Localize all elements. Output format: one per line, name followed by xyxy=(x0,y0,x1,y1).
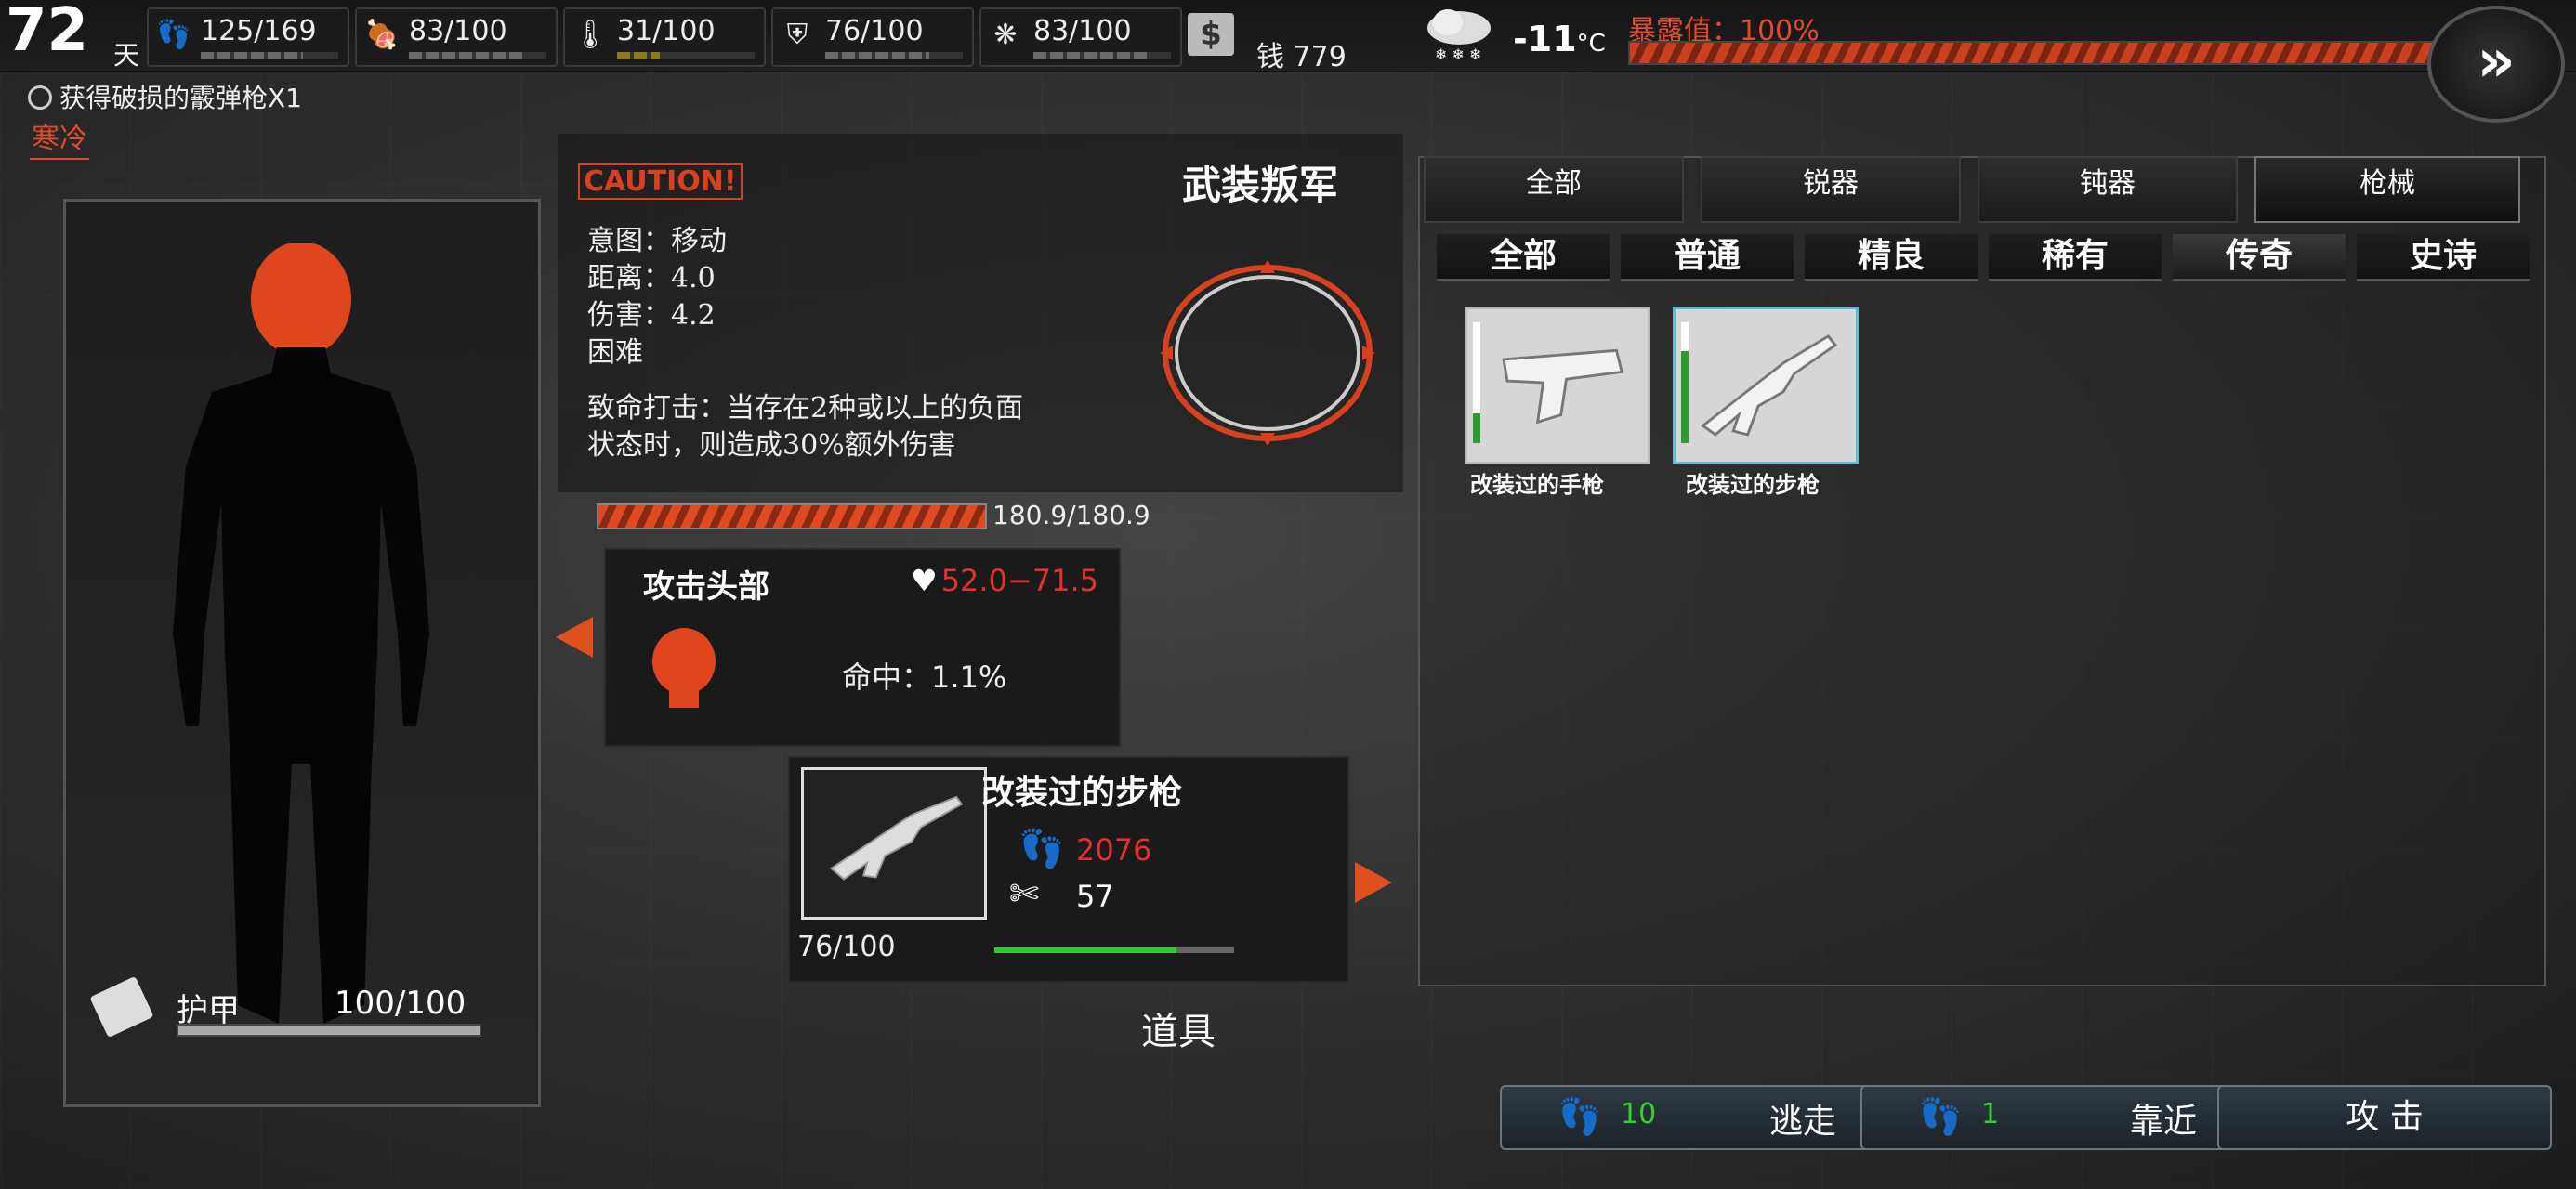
tab-all[interactable]: 全部 xyxy=(1424,156,1684,223)
day-unit: 天 xyxy=(113,40,140,71)
svg-text:❄ ❄ ❄: ❄ ❄ ❄ xyxy=(1435,46,1481,63)
flee-button[interactable]: 👣 10 逃走 xyxy=(1500,1085,1870,1150)
next-weapon-arrow[interactable] xyxy=(1355,862,1392,903)
body-silhouette xyxy=(173,243,429,1024)
caution-tag: CAUTION! xyxy=(578,163,743,200)
target-ring-icon xyxy=(1160,260,1375,446)
enemy-distance: 距离：4.0 xyxy=(587,262,716,294)
attack-button[interactable]: 攻 击 xyxy=(2217,1085,2552,1150)
stat-health-value: 76/100 xyxy=(825,15,924,47)
equipped-weapon-slot[interactable] xyxy=(801,767,987,920)
head-part[interactable] xyxy=(251,243,351,357)
footprints-icon: 👣 xyxy=(1918,1096,1963,1137)
notice-dot-icon xyxy=(28,85,52,110)
attack-damage: ♥ 52.0−71.5 xyxy=(911,563,1098,598)
stat-temperature: 🌡 31/100 xyxy=(563,7,766,67)
rifle-icon xyxy=(1701,334,1838,437)
stat-temperature-value: 31/100 xyxy=(617,15,716,47)
stat-stamina: 👣 125/169 xyxy=(147,7,349,67)
broken-heart-icon: ♥ xyxy=(911,563,938,598)
attack-target-title: 攻击头部 xyxy=(643,568,769,606)
equipped-weapon-name: 改装过的步枪 xyxy=(981,774,1183,812)
stat-food-value: 83/100 xyxy=(409,15,507,47)
prev-part-arrow[interactable] xyxy=(556,617,593,658)
inventory-panel xyxy=(1418,156,2546,986)
crit-desc-line2: 状态时，则造成30%额外伤害 xyxy=(587,429,956,462)
stat-mental-value: 83/100 xyxy=(1033,15,1132,47)
stat-health: ⛨ 76/100 xyxy=(771,7,974,67)
rifle-icon xyxy=(829,795,964,881)
footprints-icon: 👣 xyxy=(1019,828,1065,870)
stat-food: 🍖 83/100 xyxy=(355,7,558,67)
item-durability-bar xyxy=(1473,322,1480,443)
weapon-durability: 76/100 xyxy=(797,931,896,963)
tab-sharp[interactable]: 锐器 xyxy=(1701,156,1961,223)
head-target-icon xyxy=(652,628,716,708)
rarity-tab-legendary[interactable]: 传奇 xyxy=(2173,234,2346,281)
brain-icon: ❋ xyxy=(993,19,1018,51)
rarity-tab-fine[interactable]: 精良 xyxy=(1805,234,1978,281)
snow-weather-icon: ❄ ❄ ❄ xyxy=(1427,9,1491,63)
rarity-tab-rare[interactable]: 稀有 xyxy=(1989,234,2162,281)
weapon-step-stat: 2076 xyxy=(1076,832,1152,868)
props-label[interactable]: 道具 xyxy=(1141,1001,1216,1055)
rarity-tab-all[interactable]: 全部 xyxy=(1437,234,1610,281)
stat-mental: ❋ 83/100 xyxy=(979,7,1182,67)
weapon-durability-bar xyxy=(994,947,1234,953)
item-label-rifle: 改装过的步枪 xyxy=(1686,472,1820,498)
hit-chance: 命中：1.1% xyxy=(842,660,1007,695)
armor-bar xyxy=(177,1024,481,1037)
item-durability-bar xyxy=(1681,322,1689,443)
enemy-intent: 意图：移动 xyxy=(587,225,727,257)
inventory-item-rifle[interactable] xyxy=(1673,307,1859,464)
armor-value: 100/100 xyxy=(335,985,467,1022)
notice-message: 获得破损的霰弹枪X1 xyxy=(28,78,302,115)
health-shield-icon: ⛨ xyxy=(786,19,808,51)
attack-label: 攻 击 xyxy=(2346,1098,2424,1136)
rarity-tab-common[interactable]: 普通 xyxy=(1621,234,1794,281)
pistol-icon xyxy=(1502,348,1624,425)
stat-stamina-value: 125/169 xyxy=(201,15,317,47)
inventory-item-pistol[interactable] xyxy=(1465,307,1650,464)
item-label-pistol: 改装过的手枪 xyxy=(1470,472,1604,498)
footprints-icon: 👣 xyxy=(156,19,191,51)
footprints-icon: 👣 xyxy=(1557,1096,1602,1137)
approach-button[interactable]: 👣 1 靠近 xyxy=(1860,1085,2230,1150)
status-cold: 寒冷 xyxy=(30,115,89,160)
weapon-other-stat: 57 xyxy=(1076,879,1114,914)
crit-desc-line1: 致命打击：当存在2种或以上的负面 xyxy=(587,392,1024,425)
thermometer-icon: 🌡 xyxy=(572,19,609,51)
money-icon: $ xyxy=(1188,13,1234,56)
torso-part[interactable] xyxy=(173,347,429,1024)
flee-label: 逃走 xyxy=(1768,1103,1836,1141)
enemy-name: 武装叛军 xyxy=(1182,163,1339,208)
enemy-difficulty: 困难 xyxy=(587,336,643,369)
temperature-readout: -11°C xyxy=(1513,19,1606,59)
exposure-bar xyxy=(1628,41,2440,65)
approach-label: 靠近 xyxy=(2129,1103,2197,1141)
meat-icon: 🍖 xyxy=(364,19,400,51)
money-value: 钱 779 xyxy=(1256,41,1347,73)
enemy-damage: 伤害：4.2 xyxy=(587,299,716,332)
tab-blunt[interactable]: 钝器 xyxy=(1978,156,2238,223)
enemy-hp-bar xyxy=(597,503,987,529)
approach-step-cost: 1 xyxy=(1981,1098,2000,1130)
accuracy-icon: ✄ xyxy=(1009,873,1039,914)
enemy-hp-text: 180.9/180.9 xyxy=(992,500,1150,530)
rarity-tab-epic[interactable]: 史诗 xyxy=(2357,234,2530,281)
next-turn-button[interactable]: » xyxy=(2427,6,2565,123)
flee-step-cost: 10 xyxy=(1621,1098,1657,1130)
day-counter: 72 xyxy=(6,0,89,65)
tab-firearms[interactable]: 枪械 xyxy=(2254,156,2520,223)
